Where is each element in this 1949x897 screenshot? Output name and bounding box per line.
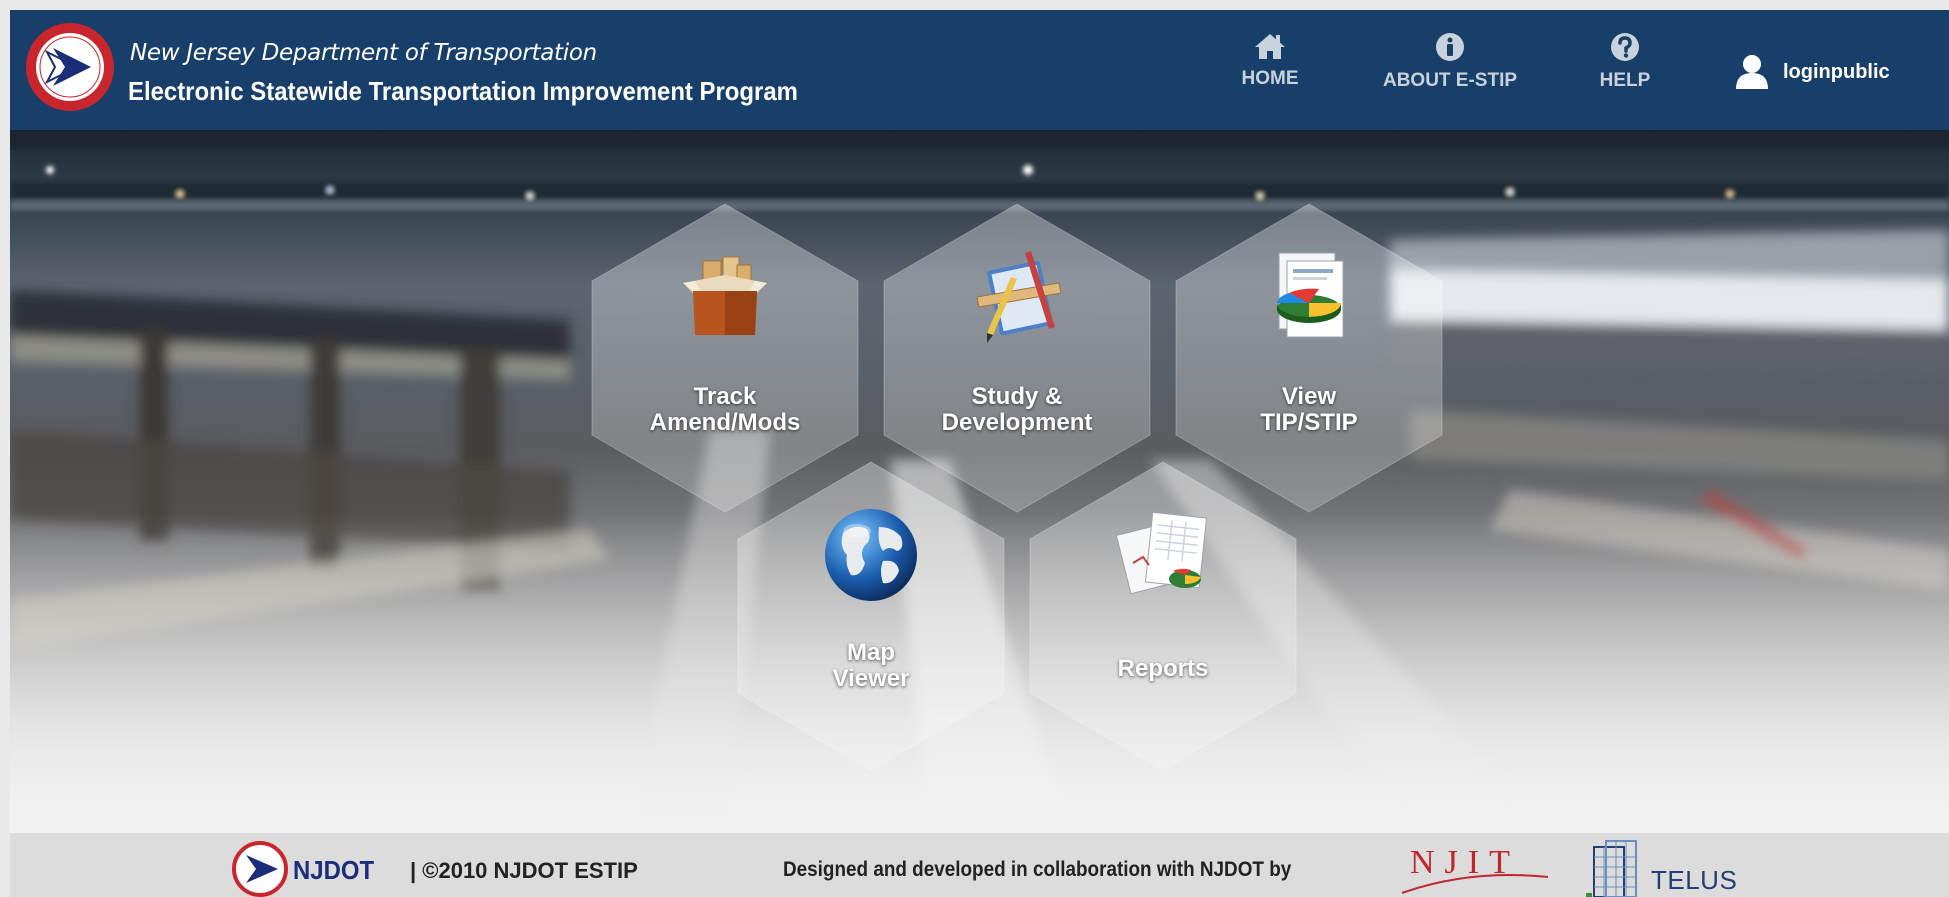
site-footer: NJDOT | ©2010 NJDOT ESTIP Designed and d…	[10, 833, 1949, 897]
box-icon	[683, 256, 767, 335]
tile-track-line-1: Track	[693, 383, 757, 410]
drafting-tools-icon	[976, 251, 1062, 343]
tile-study-label: Study & Development	[882, 384, 1152, 436]
credit-text: Designed and developed in collaboration …	[783, 858, 1292, 881]
tile-map-label: Map Viewer	[736, 640, 1006, 692]
tile-reports-line-1: Reports	[1117, 655, 1209, 682]
home-icon	[1255, 34, 1285, 59]
tile-study-line-2: Development	[941, 409, 1093, 436]
tile-reports-label: Reports	[1028, 656, 1298, 682]
tile-view-line-1: View	[1281, 383, 1337, 410]
njdot-logo-icon[interactable]	[232, 841, 288, 897]
telus-building-icon[interactable]	[1582, 839, 1642, 897]
tile-reports[interactable]: Reports	[1028, 460, 1298, 772]
username-label: loginpublic	[1783, 60, 1890, 83]
njdot-wordmark: NJDOT	[293, 855, 375, 885]
nav-about-label: ABOUT E-STIP	[1382, 70, 1518, 91]
help-icon	[1611, 33, 1639, 61]
tile-track-line-2: Amend/Mods	[649, 409, 801, 436]
globe-icon	[825, 509, 917, 601]
tile-map-line-2: Viewer	[832, 665, 910, 692]
tile-view-label: View TIP/STIP	[1174, 384, 1444, 436]
nav-home-label: HOME	[1241, 68, 1299, 89]
tile-view-line-2: TIP/STIP	[1260, 409, 1358, 436]
nav-help[interactable]: HELP	[1585, 32, 1665, 112]
program-title: Electronic Statewide Transportation Impr…	[128, 76, 798, 106]
copyright-text: | ©2010 NJDOT ESTIP	[410, 858, 638, 883]
app-window: New Jersey Department of Transportation …	[10, 10, 1949, 897]
report-pages-icon	[1115, 511, 1208, 595]
nav-about-estip[interactable]: ABOUT E-STIP	[1365, 32, 1535, 112]
info-icon	[1436, 33, 1464, 61]
agency-name: New Jersey Department of Transportation	[130, 40, 597, 66]
user-menu[interactable]: loginpublic	[1735, 52, 1890, 92]
tile-track-label: Track Amend/Mods	[590, 384, 860, 436]
njdot-seal-icon[interactable]	[25, 22, 115, 112]
njit-logo[interactable]: NJIT	[1400, 841, 1550, 897]
nav-help-label: HELP	[1599, 70, 1651, 91]
telus-wordmark: TELUS	[1651, 865, 1738, 895]
tile-study-line-1: Study &	[971, 383, 1063, 410]
hero-area: Track Amend/Mods Study & Development Vie…	[10, 130, 1949, 833]
tile-map-viewer[interactable]: Map Viewer	[736, 460, 1006, 772]
user-icon	[1736, 55, 1768, 89]
nav-home[interactable]: HOME	[1225, 32, 1315, 112]
site-header: New Jersey Department of Transportation …	[10, 10, 1949, 130]
pie-chart-document-icon	[1277, 252, 1344, 338]
tile-map-line-1: Map	[847, 639, 895, 666]
